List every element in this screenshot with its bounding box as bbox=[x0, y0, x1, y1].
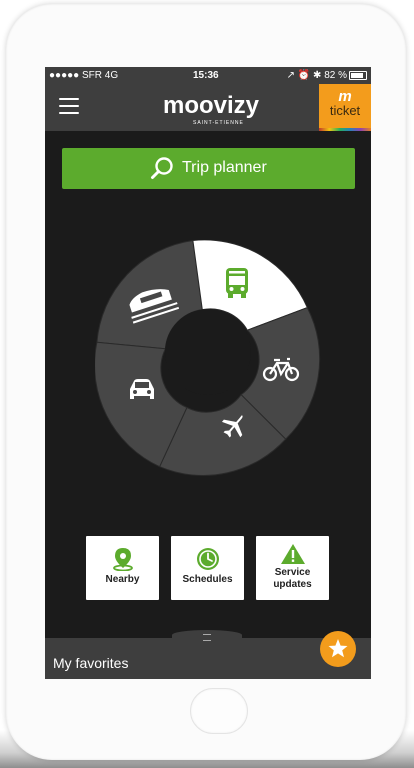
home-button[interactable] bbox=[190, 688, 248, 734]
mticket-m: m bbox=[338, 88, 352, 105]
warning-icon bbox=[280, 544, 305, 564]
service-updates-label: Service updates bbox=[273, 567, 312, 590]
car-icon bbox=[130, 379, 154, 399]
moovizy-logo: moovizy SAINT-ETIENNE bbox=[163, 92, 263, 128]
app-header: moovizy SAINT-ETIENNE m ticket bbox=[45, 84, 371, 131]
favorites-star-button[interactable] bbox=[320, 631, 356, 667]
mticket-label: ticket bbox=[329, 103, 361, 118]
mticket-stripe bbox=[319, 128, 371, 131]
bus-icon bbox=[226, 268, 248, 298]
star-icon bbox=[328, 639, 348, 658]
status-bar: ●●●●● SFR 4G 15:36 ↗ ⏰ ✱ 82 % bbox=[45, 67, 371, 84]
nearby-tile[interactable]: Nearby bbox=[86, 536, 159, 600]
location-pin-icon bbox=[112, 548, 133, 571]
status-indicators: ↗ ⏰ ✱ 82 % bbox=[286, 70, 347, 81]
trip-planner-label: Trip planner bbox=[182, 159, 267, 176]
schedules-tile[interactable]: Schedules bbox=[171, 536, 244, 600]
status-carrier: ●●●●● SFR 4G bbox=[49, 70, 119, 81]
hamburger-menu-icon[interactable] bbox=[59, 98, 79, 116]
drag-handle-icon[interactable] bbox=[203, 634, 211, 641]
nearby-label: Nearby bbox=[105, 574, 140, 585]
favorites-bar[interactable]: My favorites bbox=[45, 630, 371, 679]
battery-icon bbox=[349, 71, 367, 80]
status-time: 15:36 bbox=[193, 70, 219, 81]
transport-mode-wheel bbox=[95, 240, 321, 476]
logo-subtitle: SAINT-ETIENNE bbox=[193, 120, 244, 126]
search-icon bbox=[151, 157, 173, 179]
mticket-button[interactable]: m ticket bbox=[319, 84, 371, 131]
wheel-center bbox=[165, 309, 251, 395]
favorites-label: My favorites bbox=[53, 655, 129, 671]
app-screen: ●●●●● SFR 4G 15:36 ↗ ⏰ ✱ 82 % moovizy SA… bbox=[45, 67, 371, 679]
clock-icon bbox=[196, 548, 219, 570]
schedules-label: Schedules bbox=[182, 574, 233, 585]
trip-planner-button[interactable]: Trip planner bbox=[62, 148, 355, 189]
logo-text: moovizy bbox=[163, 92, 260, 119]
service-updates-tile[interactable]: Service updates bbox=[256, 536, 329, 600]
